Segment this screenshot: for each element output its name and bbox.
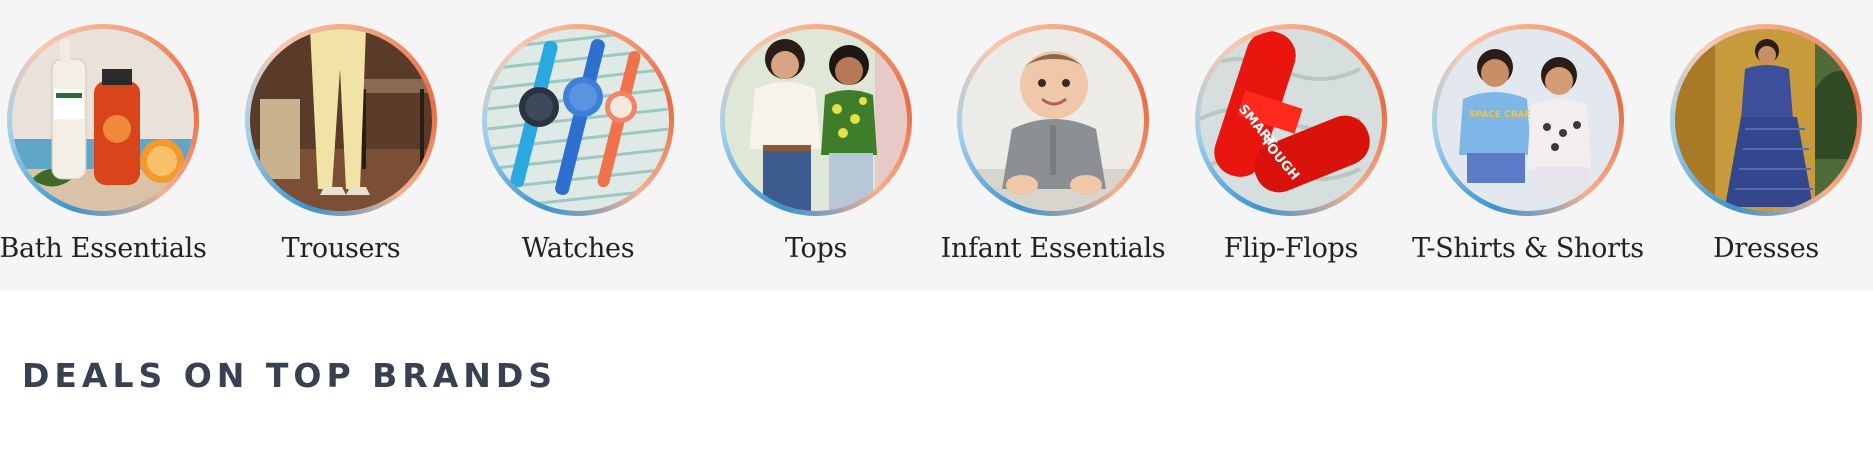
category-watches[interactable]: Watches: [459, 0, 697, 291]
tops-models-image: [725, 29, 907, 211]
category-strip: Bath Essentials Trousers Watches Tops In…: [0, 0, 1873, 291]
trousers-model-image: [250, 29, 432, 211]
deals-on-top-brands-heading: DEALS ON TOP BRANDS: [22, 356, 558, 395]
category-image-ring: SPACE CRAFT: [1432, 24, 1624, 216]
category-image-ring: [957, 24, 1149, 216]
category-image-ring: [245, 24, 437, 216]
category-label: Dresses: [1713, 233, 1819, 264]
category-bath-essentials[interactable]: Bath Essentials: [0, 0, 222, 291]
infant-baby-image: [962, 29, 1144, 211]
bath-essentials-products-image: [12, 29, 194, 211]
category-label: Trousers: [281, 233, 401, 264]
category-dresses[interactable]: Dresses: [1647, 0, 1873, 291]
category-image-ring: [1670, 24, 1862, 216]
category-image-ring: [720, 24, 912, 216]
category-label: Bath Essentials: [0, 233, 207, 264]
tshirt-print-text: SPACE CRAFT: [1469, 110, 1538, 120]
category-label: T-Shirts & Shorts: [1412, 233, 1644, 264]
category-tshirts-shorts[interactable]: SPACE CRAFT T-Shirts & Shorts: [1409, 0, 1647, 291]
category-flip-flops[interactable]: SMART TOUGH Flip-Flops: [1172, 0, 1410, 291]
flip-flops-image: SMART TOUGH: [1200, 29, 1382, 211]
category-label: Infant Essentials: [940, 233, 1166, 264]
kids-tshirts-image: SPACE CRAFT: [1437, 29, 1619, 211]
category-infant-essentials[interactable]: Infant Essentials: [934, 0, 1172, 291]
category-tops[interactable]: Tops: [697, 0, 935, 291]
category-trousers[interactable]: Trousers: [222, 0, 460, 291]
category-label: Flip-Flops: [1223, 233, 1359, 264]
category-image-ring: [7, 24, 199, 216]
watches-image: [487, 29, 669, 211]
category-label: Tops: [784, 233, 848, 264]
category-image-ring: [482, 24, 674, 216]
dress-model-image: [1675, 29, 1857, 211]
category-image-ring: SMART TOUGH: [1195, 24, 1387, 216]
category-label: Watches: [521, 233, 635, 264]
